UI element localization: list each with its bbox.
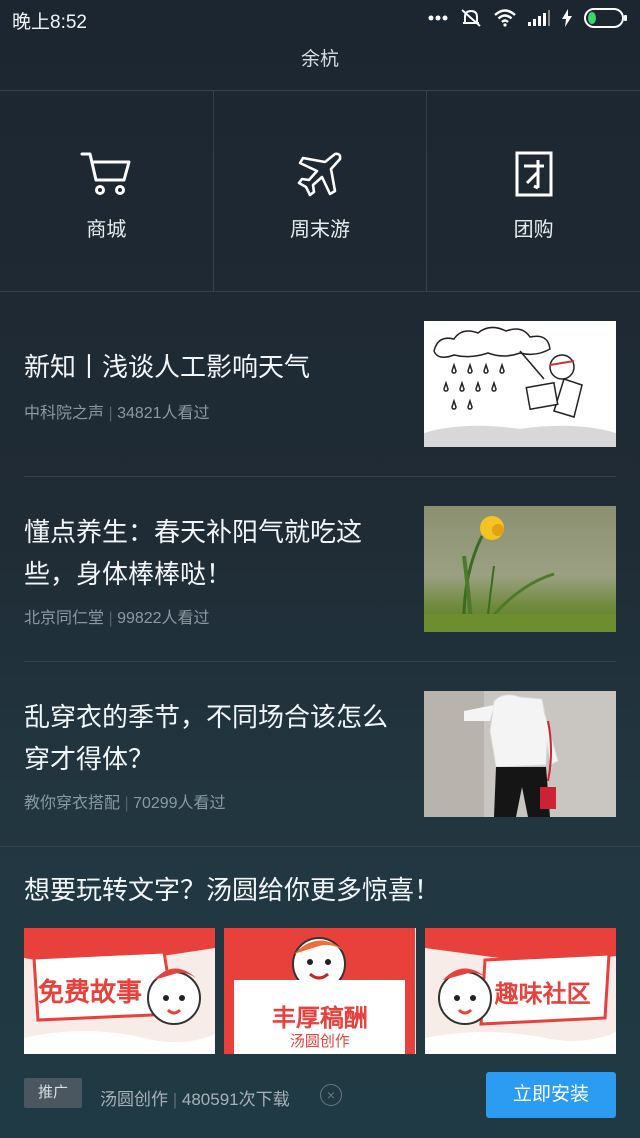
banner-text: 丰厚稿酬 — [271, 1005, 368, 1032]
divider — [0, 846, 640, 847]
news-thumbnail — [424, 691, 616, 817]
quick-entry-label: 团购 — [513, 219, 554, 241]
cart-icon — [78, 149, 134, 199]
news-views: 34821人看过 — [117, 405, 210, 422]
status-bar: 晚上8:52 — [0, 0, 640, 36]
news-views: 99822人看过 — [117, 610, 210, 627]
news-item[interactable]: 懂点养生：春天补阳气就吃这些，身体棒棒哒！ 北京同仁堂 | 99822人看过 — [0, 477, 640, 661]
quick-entry-weekend-trip[interactable]: 周末游 — [214, 91, 428, 291]
ad-row: 推广 汤圆创作 | 480591次下载 × 立即安装 — [24, 1072, 616, 1120]
group-buy-icon — [506, 149, 562, 199]
promo-banner[interactable]: 免费故事 — [24, 928, 216, 1054]
news-item[interactable]: 乱穿衣的季节，不同场合该怎么穿才得体？ 教你穿衣搭配 | 70299人看过 — [0, 662, 640, 846]
promo-banner[interactable]: 丰厚稿酬 汤圆创作 — [224, 928, 416, 1054]
more-icon — [428, 15, 448, 21]
ad-downloads: 480591次下载 — [181, 1090, 290, 1109]
banner-subtext: 汤圆创作 — [289, 1033, 350, 1050]
ad-app-name: 汤圆创作 — [100, 1090, 168, 1109]
signal-icon — [528, 10, 550, 26]
news-item[interactable]: 新知丨浅谈人工影响天气 中科院之声 | 34821人看过 — [0, 292, 640, 476]
wifi-icon — [494, 9, 516, 27]
quick-entry-mall[interactable]: 商城 — [0, 91, 214, 291]
news-meta: 中科院之声 | 34821人看过 — [24, 405, 210, 422]
news-meta: 教你穿衣搭配 | 70299人看过 — [24, 795, 226, 812]
news-thumbnail — [424, 506, 616, 632]
news-title: 新知丨浅谈人工影响天气 — [24, 352, 311, 382]
mute-icon — [460, 8, 482, 28]
charging-icon — [562, 9, 572, 27]
news-title: 懂点养生：春天补阳气就吃这些，身体棒棒哒！ — [24, 517, 363, 589]
banner-text: 免费故事 — [38, 977, 143, 1007]
news-thumbnail — [424, 321, 616, 447]
news-source: 教你穿衣搭配 — [24, 795, 121, 812]
promo-title: 想要玩转文字？汤圆给你更多惊喜！ — [24, 875, 441, 905]
install-button[interactable]: 立即安装 — [486, 1072, 616, 1118]
news-source: 中科院之声 — [24, 405, 105, 422]
battery-icon — [584, 8, 628, 28]
close-icon[interactable]: × — [320, 1084, 342, 1106]
quick-entry-label: 商城 — [86, 219, 127, 241]
page-title: 余杭 — [300, 49, 339, 70]
promo-banners: 免费故事 丰厚稿酬 汤圆创作 趣味社区 — [24, 928, 616, 1054]
banner-text: 趣味社区 — [494, 981, 591, 1008]
ad-tag: 推广 — [24, 1078, 82, 1108]
news-source: 北京同仁堂 — [24, 610, 105, 627]
news-title: 乱穿衣的季节，不同场合该怎么穿才得体？ — [24, 702, 389, 774]
ad-meta: 汤圆创作 | 480591次下载 — [100, 1090, 290, 1109]
news-meta: 北京同仁堂 | 99822人看过 — [24, 610, 210, 627]
quick-entry-label: 周末游 — [290, 219, 350, 241]
quick-entry-group-buy[interactable]: 团购 — [427, 91, 640, 291]
quick-entries: 商城 周末游 团购 — [0, 90, 640, 292]
status-time: 晚上8:52 — [12, 12, 87, 33]
promo-banner[interactable]: 趣味社区 — [424, 928, 616, 1054]
plane-icon — [292, 149, 348, 199]
news-views: 70299人看过 — [133, 795, 226, 812]
